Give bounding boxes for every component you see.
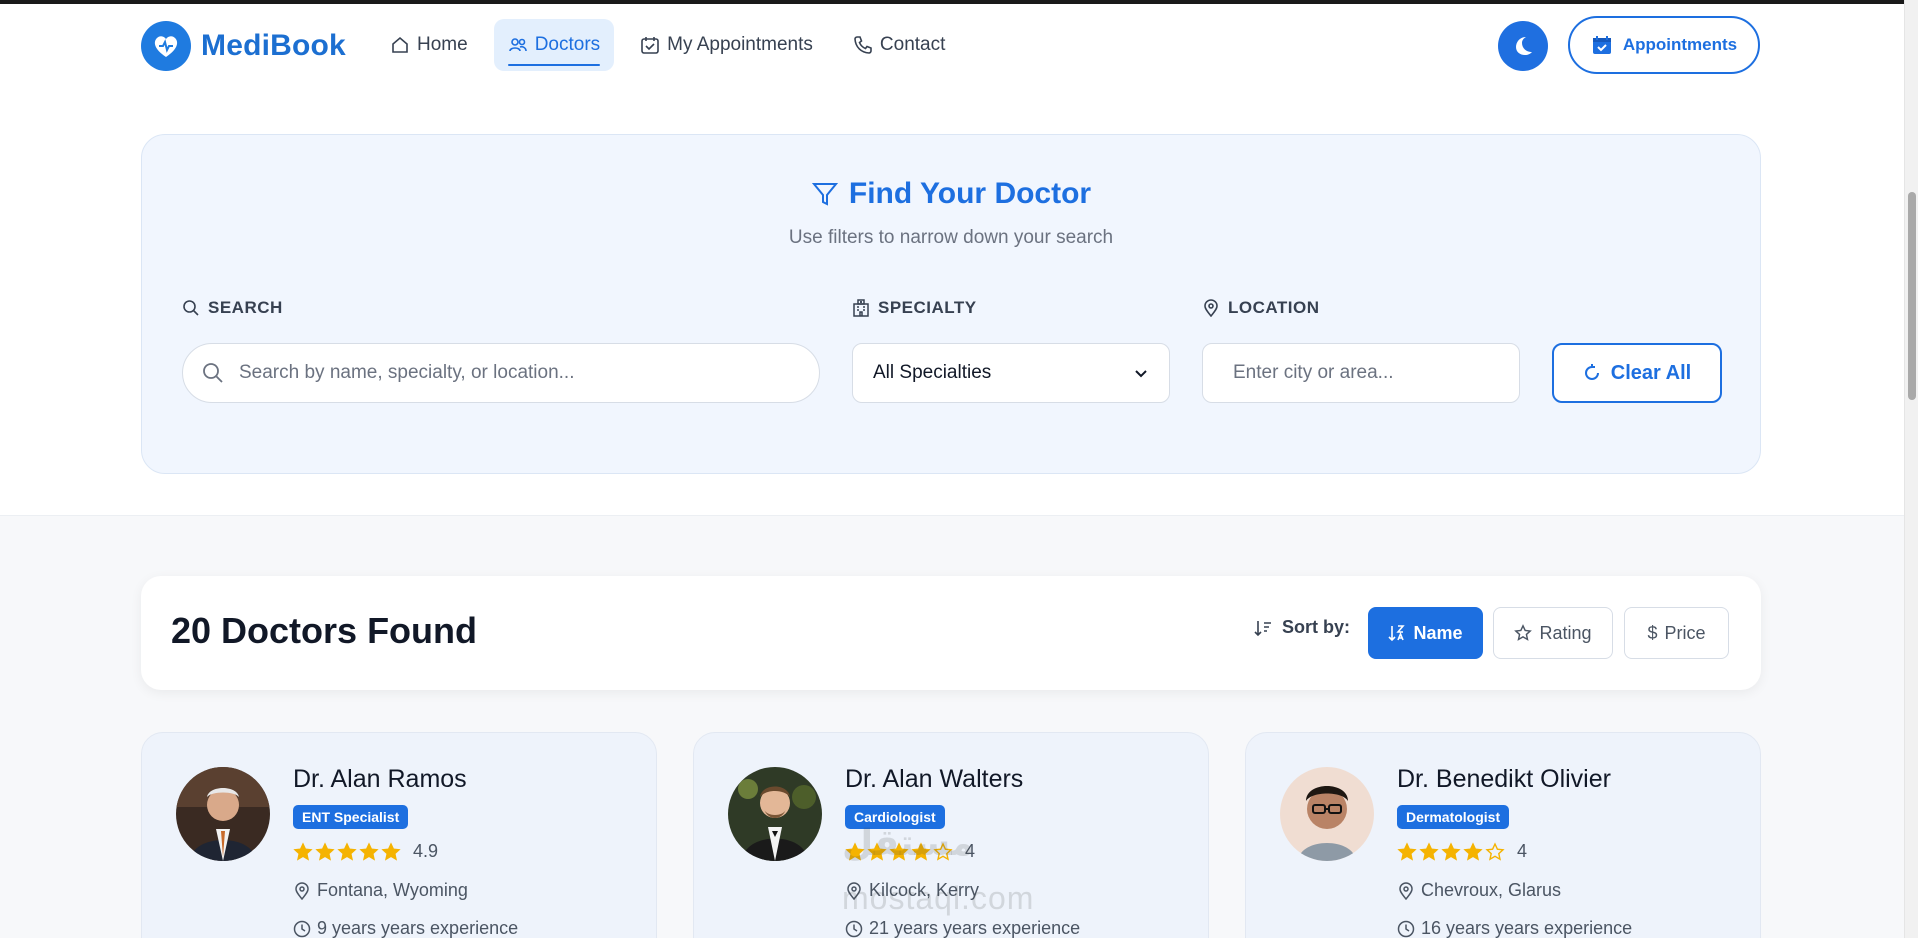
- sort-alpha-icon: [1388, 625, 1406, 642]
- results-count: 20 Doctors Found: [171, 610, 478, 651]
- nav-home-label: Home: [417, 34, 468, 55]
- nav-doctors-label: Doctors: [534, 34, 601, 55]
- moon-icon: [1516, 37, 1532, 55]
- appointments-button-label: Appointments: [1622, 35, 1738, 54]
- nav-home[interactable]: Home: [376, 19, 482, 71]
- clear-all-label: Clear All: [1610, 361, 1692, 384]
- filter-title: Find Your Doctor: [142, 177, 1760, 211]
- doctor-experience: 16 years years experience: [1397, 918, 1632, 938]
- users-icon: [508, 38, 527, 52]
- page-scrollbar[interactable]: [1904, 0, 1918, 938]
- location-placeholder: Enter city or area...: [1233, 362, 1394, 383]
- filter-card: Find Your Doctor Use filters to narrow d…: [141, 134, 1761, 474]
- doctor-experience: 21 years years experience: [845, 918, 1080, 938]
- doctor-name[interactable]: Dr. Benedikt Olivier: [1397, 765, 1611, 794]
- filter-icon: [811, 183, 839, 206]
- sort-name-label: Name: [1413, 622, 1463, 643]
- specialty-label-text: SPECIALTY: [878, 298, 977, 317]
- map-pin-icon: [1399, 881, 1413, 900]
- experience-text: 16 years years experience: [1421, 918, 1633, 938]
- experience-text: 21 years years experience: [869, 918, 1081, 938]
- phone-icon: [854, 36, 872, 54]
- doctor-card[interactable]: Dr. Alan Ramos ENT Specialist 4.9 Fontan…: [141, 732, 657, 938]
- sort-price-button[interactable]: $ Price: [1624, 607, 1729, 659]
- main-nav: Home Doctors My Appointments Contact: [376, 19, 959, 71]
- map-pin-icon: [1204, 299, 1218, 317]
- search-placeholder: Search by name, specialty, or location..…: [239, 362, 575, 383]
- location-text: Chevroux, Glarus: [1421, 880, 1562, 900]
- specialty-select-value: All Specialties: [873, 362, 992, 383]
- specialty-badge: Dermatologist: [1397, 805, 1510, 829]
- calendar-icon: [1592, 36, 1611, 54]
- doctor-location: Fontana, Wyoming: [293, 880, 468, 901]
- location-text: Fontana, Wyoming: [317, 880, 468, 900]
- map-pin-icon: [295, 881, 309, 900]
- brand-logo[interactable]: MediBook: [141, 21, 346, 71]
- specialty-select[interactable]: All Specialties: [852, 343, 1170, 403]
- location-label: LOCATION: [1202, 298, 1320, 318]
- experience-text: 9 years years experience: [317, 918, 519, 938]
- search-input[interactable]: Search by name, specialty, or location..…: [182, 343, 820, 403]
- doctor-avatar: [728, 767, 822, 861]
- rating-value: 4: [1517, 841, 1528, 861]
- results-toolbar: 20 Doctors Found Sort by: Name Rating $ …: [141, 576, 1761, 690]
- doctor-avatar: [1280, 767, 1374, 861]
- calendar-check-icon: [641, 37, 659, 54]
- nav-contact-label: Contact: [879, 34, 946, 55]
- sort-rating-button[interactable]: Rating: [1493, 607, 1613, 659]
- specialty-badge: ENT Specialist: [293, 805, 409, 829]
- specialty-label: SPECIALTY: [852, 298, 977, 318]
- location-label-text: LOCATION: [1228, 298, 1320, 317]
- sort-rating-label: Rating: [1539, 622, 1592, 643]
- hospital-icon: [853, 299, 869, 317]
- watermark-url: mostaql.com: [842, 880, 1035, 916]
- star-outline-icon: [1514, 624, 1533, 641]
- appointments-button[interactable]: Appointments: [1568, 16, 1760, 74]
- nav-my-appointments[interactable]: My Appointments: [626, 19, 827, 71]
- search-label-text: SEARCH: [208, 298, 283, 317]
- doctor-rating: 4.9: [293, 841, 438, 862]
- clear-all-button[interactable]: Clear All: [1552, 343, 1722, 403]
- doctor-name[interactable]: Dr. Alan Ramos: [293, 765, 467, 794]
- doctor-location: Chevroux, Glarus: [1397, 880, 1561, 901]
- star-rating-icon: [1397, 841, 1505, 862]
- star-rating-icon: [293, 841, 401, 862]
- filter-title-text: Find Your Doctor: [848, 177, 1092, 210]
- search-label: SEARCH: [182, 298, 283, 318]
- doctor-card[interactable]: Dr. Benedikt Olivier Dermatologist 4 Che…: [1245, 732, 1761, 938]
- search-icon: [203, 363, 223, 383]
- heart-logo-icon: [141, 21, 191, 71]
- dollar-icon: $: [1647, 622, 1658, 643]
- search-icon: [183, 300, 199, 316]
- filter-subtitle: Use filters to narrow down your search: [788, 227, 1114, 248]
- doctor-name[interactable]: Dr. Alan Walters: [845, 765, 1023, 794]
- refresh-icon: [1584, 364, 1599, 380]
- top-navbar: MediBook Home Doctors My Appointments Co…: [0, 4, 1904, 88]
- sort-label-text: Sort by:: [1282, 617, 1351, 637]
- watermark-text: مستقل: [842, 822, 974, 863]
- doctor-avatar: [176, 767, 270, 861]
- nav-doctors[interactable]: Doctors: [493, 19, 615, 71]
- nav-contact[interactable]: Contact: [839, 19, 959, 71]
- doctor-rating: 4: [1397, 841, 1527, 862]
- clock-icon: [1397, 920, 1415, 937]
- sort-label: Sort by:: [1254, 617, 1350, 638]
- home-icon: [392, 36, 408, 53]
- sort-icon: [1254, 620, 1271, 636]
- chevron-down-icon: [1135, 370, 1147, 378]
- theme-toggle-button[interactable]: [1498, 21, 1548, 71]
- rating-value: 4.9: [413, 841, 439, 861]
- sort-price-label: Price: [1664, 622, 1706, 643]
- scrollbar-thumb[interactable]: [1908, 192, 1916, 400]
- doctor-experience: 9 years years experience: [293, 918, 518, 938]
- sort-name-button[interactable]: Name: [1368, 607, 1483, 659]
- nav-my-appointments-label: My Appointments: [667, 34, 813, 55]
- clock-icon: [293, 920, 311, 937]
- location-input[interactable]: Enter city or area...: [1202, 343, 1520, 403]
- brand-name: MediBook: [201, 29, 346, 62]
- clock-icon: [845, 920, 863, 937]
